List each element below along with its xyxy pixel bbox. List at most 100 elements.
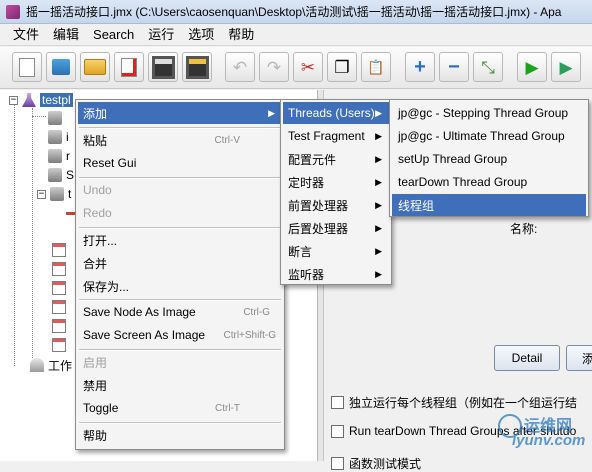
checkbox-label: Run tearDown Thread Groups after shutdo	[349, 424, 577, 438]
menu-item-enable[interactable]: 启用	[78, 351, 282, 373]
menu-item-redo[interactable]: Redo	[78, 202, 282, 224]
menu-item-toggle[interactable]: Toggle Ctrl-T	[78, 397, 282, 419]
tree-node-controller[interactable]: − t	[37, 185, 71, 203]
close-icon[interactable]	[114, 52, 144, 82]
submenu-item-timer[interactable]: 定时器 ▶	[283, 171, 389, 193]
cut-icon[interactable]: ✂	[293, 52, 323, 82]
sampler-icon	[48, 130, 62, 144]
controller-icon	[50, 187, 64, 201]
undo-icon[interactable]: ↶	[225, 52, 255, 82]
menu-item-disable[interactable]: 禁用	[78, 374, 282, 396]
menu-file[interactable]: 文件	[6, 24, 46, 46]
tree-node-listener[interactable]	[52, 336, 70, 354]
title-bar: 摇一摇活动接口.jmx (C:\Users\caosenquan\Desktop…	[0, 0, 592, 24]
submenu-item-pre-processor[interactable]: 前置处理器 ▶	[283, 194, 389, 216]
tree-node-label: r	[66, 149, 70, 163]
submenu-item-post-processor[interactable]: 后置处理器 ▶	[283, 217, 389, 239]
threads-submenu: jp@gc - Stepping Thread Group jp@gc - Ul…	[389, 99, 589, 217]
expand-icon[interactable]: +	[405, 52, 435, 82]
run-groups-consecutively-row[interactable]: 独立运行每个线程组（例如在一个组运行结	[331, 394, 577, 411]
context-menu: 添加 ▶ 粘贴 Ctrl-V Reset Gui Undo Redo 打开...…	[75, 99, 285, 450]
thread-group-icon	[48, 111, 62, 125]
submenu-item-assertion[interactable]: 断言 ▶	[283, 240, 389, 262]
menu-item-add[interactable]: 添加 ▶	[78, 102, 282, 124]
tree-node-sampler[interactable]: r	[48, 147, 70, 165]
tree-node-sampler[interactable]: i	[48, 128, 69, 146]
functional-test-mode-row[interactable]: 函数测试模式	[331, 455, 421, 472]
tree-node-listener[interactable]	[52, 317, 70, 335]
submenu-item-threads[interactable]: Threads (Users) ▶	[283, 102, 389, 124]
submenu-item-listener[interactable]: 监听器 ▶	[283, 263, 389, 285]
checkbox-label: 函数测试模式	[349, 457, 422, 471]
submenu-item-teardown-thread-group[interactable]: tearDown Thread Group	[392, 171, 586, 193]
listener-icon	[52, 338, 66, 352]
add-button[interactable]: 添	[566, 345, 592, 371]
templates-icon[interactable]	[46, 52, 76, 82]
start-no-pause-icon[interactable]: ▶	[551, 52, 581, 82]
tree-node-listener[interactable]	[52, 279, 70, 297]
submenu-item-ultimate-thread-group[interactable]: jp@gc - Ultimate Thread Group	[392, 125, 586, 147]
name-label: 名称:	[510, 222, 538, 236]
tree-node-thread-group[interactable]	[48, 109, 66, 127]
menu-run[interactable]: 运行	[141, 24, 181, 46]
menu-item-reset-gui[interactable]: Reset Gui	[78, 152, 282, 174]
collapse-icon[interactable]: −	[439, 52, 469, 82]
detail-button[interactable]: Detail	[494, 345, 560, 371]
toolbar: ↶ ↷ ✂ ❐ 📋 + − ⤡ ▶ ▶	[0, 47, 592, 89]
open-icon[interactable]	[80, 52, 110, 82]
paste-icon[interactable]: 📋	[361, 52, 391, 82]
submenu-item-test-fragment[interactable]: Test Fragment ▶	[283, 125, 389, 147]
menu-help[interactable]: 帮助	[221, 24, 261, 46]
menu-item-save-screen-image[interactable]: Save Screen As Image Ctrl+Shift-G	[78, 324, 282, 346]
tree-node-listener[interactable]	[52, 260, 70, 278]
menu-item-paste[interactable]: 粘贴 Ctrl-V	[78, 129, 282, 151]
sampler-icon	[48, 168, 62, 182]
sampler-icon	[48, 149, 62, 163]
window-title: 摇一摇活动接口.jmx (C:\Users\caosenquan\Desktop…	[26, 5, 562, 19]
tree-node-sampler[interactable]: S	[48, 166, 74, 184]
listener-icon	[52, 262, 66, 276]
checkbox[interactable]	[331, 457, 344, 470]
tree-node-label: S	[66, 168, 75, 182]
menu-item-help[interactable]: 帮助	[78, 424, 282, 446]
add-submenu: Threads (Users) ▶ Test Fragment ▶ 配置元件 ▶…	[280, 99, 392, 285]
toggle-icon[interactable]: ⤡	[473, 52, 503, 82]
menu-options[interactable]: 选项	[181, 24, 221, 46]
submenu-item-setup-thread-group[interactable]: setUp Thread Group	[392, 148, 586, 170]
tree-guide	[32, 108, 33, 358]
new-icon[interactable]	[12, 52, 42, 82]
save-as-icon[interactable]	[182, 52, 212, 82]
menu-item-merge[interactable]: 合并	[78, 252, 282, 274]
menu-edit[interactable]: 编辑	[46, 24, 86, 46]
checkbox[interactable]	[331, 424, 344, 438]
tree-guide	[14, 104, 15, 366]
tree-node-workbench[interactable]: 工作	[30, 356, 72, 374]
tree-node-listener[interactable]	[52, 241, 70, 259]
checkbox-label: 独立运行每个线程组（例如在一个组运行结	[349, 396, 578, 410]
menu-search[interactable]: Search	[86, 24, 141, 46]
submenu-item-thread-group[interactable]: 线程组	[392, 194, 586, 216]
start-icon[interactable]: ▶	[517, 52, 547, 82]
submenu-item-config-element[interactable]: 配置元件 ▶	[283, 148, 389, 170]
listener-icon	[52, 281, 66, 295]
submenu-item-stepping-thread-group[interactable]: jp@gc - Stepping Thread Group	[392, 102, 586, 124]
tree-node-label: i	[66, 130, 69, 144]
copy-icon[interactable]: ❐	[327, 52, 357, 82]
menu-bar: 文件 编辑 Search 运行 选项 帮助	[0, 24, 592, 46]
menu-item-open[interactable]: 打开...	[78, 229, 282, 251]
collapse-toggle-icon[interactable]: −	[9, 95, 18, 105]
menu-item-save-as[interactable]: 保存为...	[78, 275, 282, 297]
checkbox[interactable]	[331, 396, 344, 409]
test-plan-icon	[22, 93, 36, 107]
jmeter-feather-icon	[6, 4, 20, 19]
menu-item-undo[interactable]: Undo	[78, 179, 282, 201]
save-icon[interactable]	[148, 52, 178, 82]
workbench-icon	[30, 358, 44, 372]
run-teardown-row[interactable]: Run tearDown Thread Groups after shutdo	[331, 424, 576, 438]
tree-node-listener[interactable]	[52, 298, 70, 316]
redo-icon[interactable]: ↷	[259, 52, 289, 82]
menu-item-save-node-image[interactable]: Save Node As Image Ctrl-G	[78, 301, 282, 323]
collapse-toggle-icon[interactable]: −	[37, 189, 46, 199]
tree-node-root[interactable]: − testpl	[9, 91, 73, 109]
listener-icon	[52, 319, 66, 333]
